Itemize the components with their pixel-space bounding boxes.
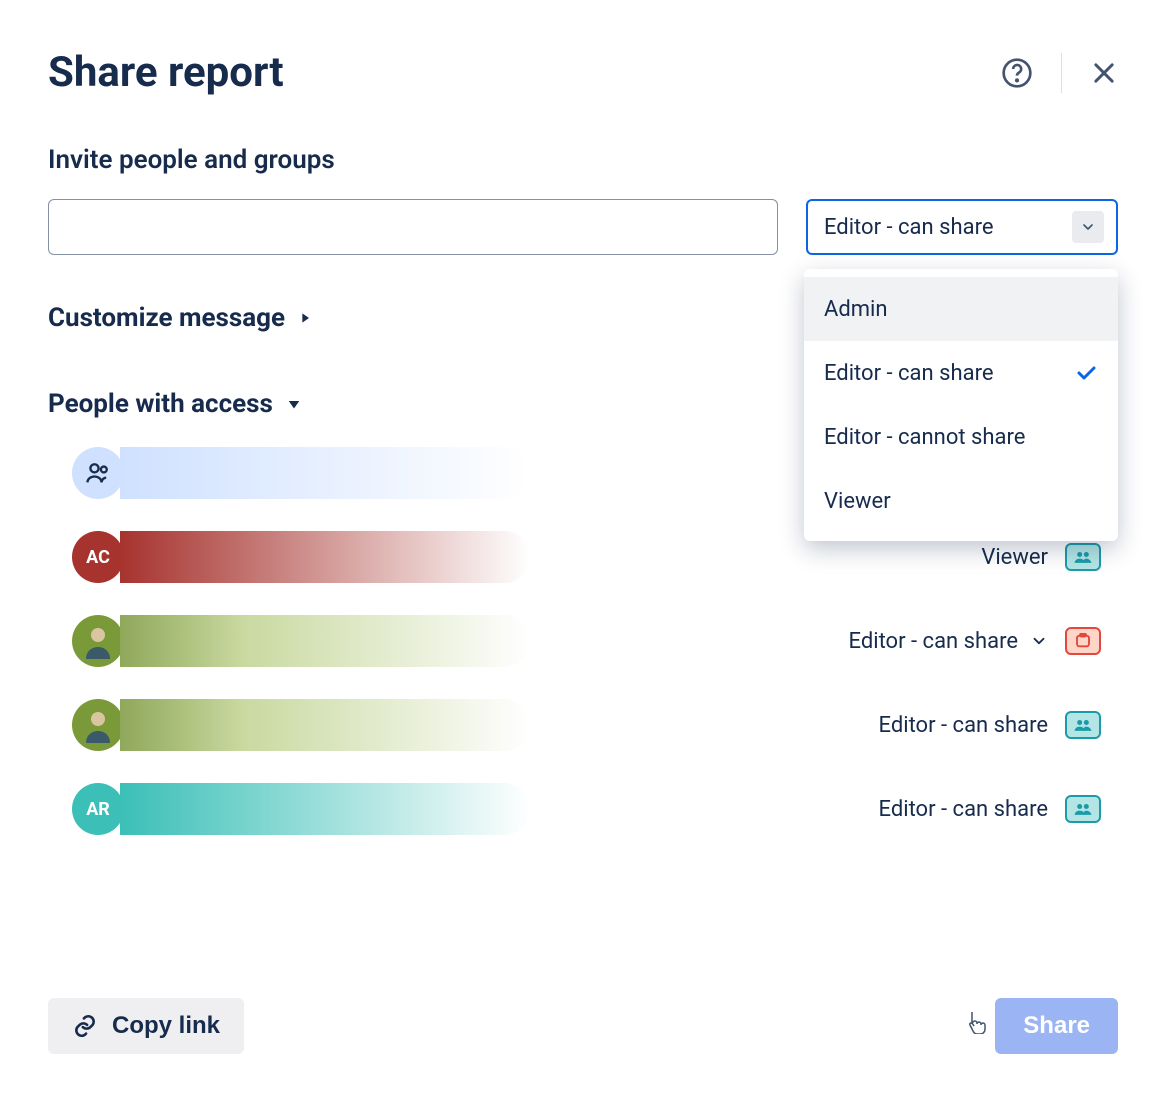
invite-section-label: Invite people and groups <box>48 145 1118 175</box>
dialog-title: Share report <box>48 48 284 97</box>
access-role-label: Viewer <box>981 545 1048 570</box>
chevron-down-icon <box>1072 211 1104 243</box>
chevron-down-icon <box>1030 632 1048 650</box>
access-role-label: Editor - can share <box>879 797 1048 822</box>
caret-down-icon <box>285 395 303 413</box>
group-badge-icon <box>1065 711 1101 739</box>
avatar: AC <box>72 531 124 583</box>
group-badge-icon <box>1065 543 1101 571</box>
name-bar <box>120 447 530 499</box>
help-icon <box>1001 57 1033 89</box>
avatar <box>72 447 124 499</box>
photo-avatar-icon <box>72 699 124 751</box>
role-option-label: Editor - cannot share <box>824 425 1025 450</box>
header-divider <box>1061 53 1062 93</box>
customize-message-label: Customize message <box>48 303 285 333</box>
check-icon <box>1074 361 1098 385</box>
access-role: Editor - can share <box>788 713 1048 738</box>
avatar <box>72 615 124 667</box>
role-select-label: Editor - can share <box>824 215 993 240</box>
group-badge-icon <box>1065 795 1101 823</box>
access-row: Editor - can share <box>72 699 1118 751</box>
role-select[interactable]: Editor - can share AdminEditor - can sha… <box>806 199 1118 255</box>
share-button-label: Share <box>1023 1012 1090 1039</box>
help-button[interactable] <box>1001 57 1033 89</box>
copy-link-button[interactable]: Copy link <box>48 998 244 1054</box>
copy-link-label: Copy link <box>112 1012 220 1040</box>
role-option-label: Editor - can share <box>824 361 993 386</box>
access-badge <box>1048 711 1118 739</box>
caret-right-icon <box>297 310 313 326</box>
access-role[interactable]: Editor - can share <box>788 629 1048 654</box>
people-with-access-label: People with access <box>48 389 273 419</box>
access-badge <box>1048 543 1118 571</box>
role-option[interactable]: Admin <box>804 277 1118 341</box>
access-badge <box>1048 795 1118 823</box>
cursor-icon <box>966 1010 986 1034</box>
name-bar <box>120 531 530 583</box>
access-badge <box>1048 627 1118 655</box>
invite-input[interactable] <box>48 199 778 255</box>
role-option[interactable]: Viewer <box>804 469 1118 533</box>
role-option-label: Admin <box>824 297 888 322</box>
name-bar <box>120 699 530 751</box>
access-role: Viewer <box>788 545 1048 570</box>
name-bar <box>120 615 530 667</box>
access-role: Editor - can share <box>788 797 1048 822</box>
single-badge-icon <box>1065 627 1101 655</box>
access-role-label: Editor - can share <box>849 629 1018 654</box>
avatar <box>72 699 124 751</box>
name-bar <box>120 783 530 835</box>
role-option-label: Viewer <box>824 489 891 514</box>
access-role-label: Editor - can share <box>879 713 1048 738</box>
role-option[interactable]: Editor - can share <box>804 341 1118 405</box>
people-icon <box>84 459 112 487</box>
avatar: AR <box>72 783 124 835</box>
link-icon <box>72 1013 98 1039</box>
share-button[interactable]: Share <box>995 998 1118 1054</box>
access-row: Editor - can share <box>72 615 1118 667</box>
close-icon <box>1090 59 1118 87</box>
role-dropdown: Admin Editor - can share Editor - cannot s… <box>804 269 1118 541</box>
access-row: AR Editor - can share <box>72 783 1118 835</box>
role-option[interactable]: Editor - cannot share <box>804 405 1118 469</box>
photo-avatar-icon <box>72 615 124 667</box>
close-button[interactable] <box>1090 59 1118 87</box>
